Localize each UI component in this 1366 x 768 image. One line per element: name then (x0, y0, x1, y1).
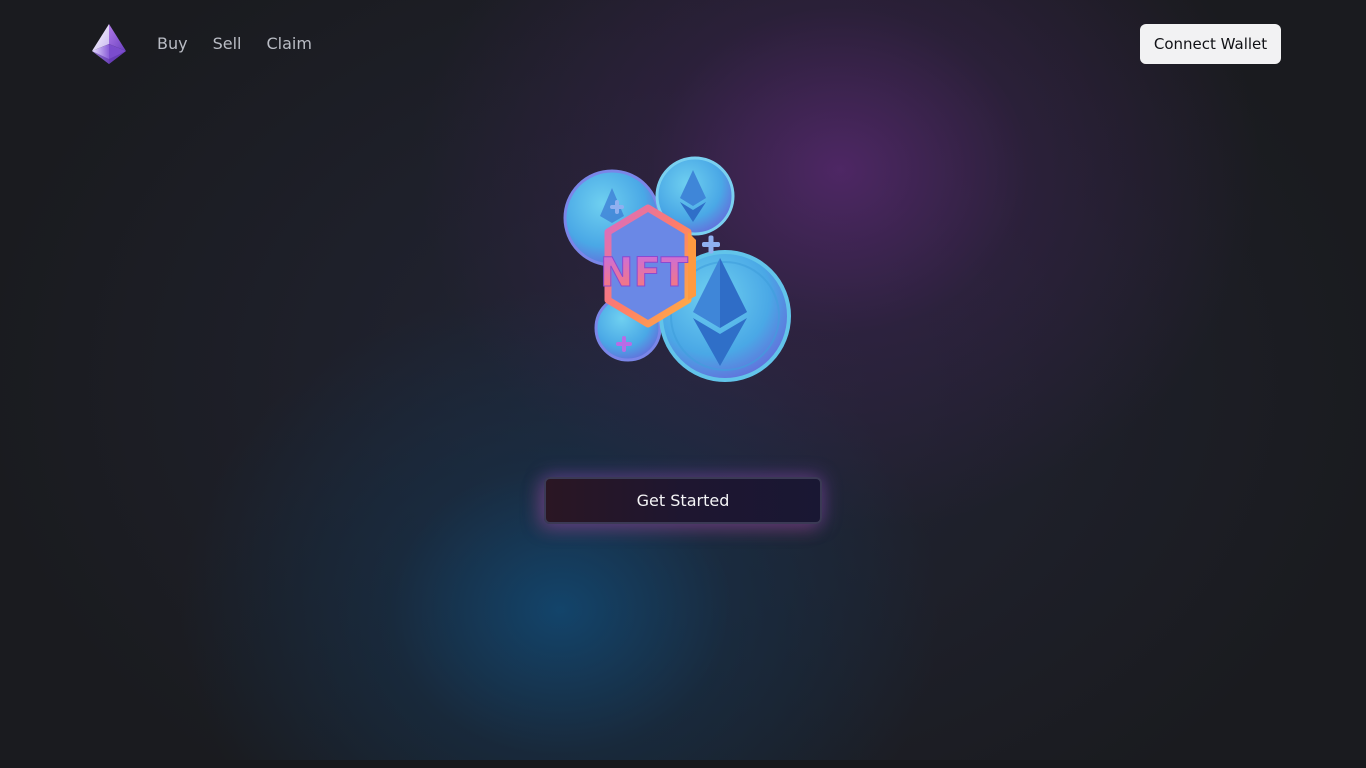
get-started-button[interactable]: Get Started (544, 477, 822, 524)
nav-link-buy[interactable]: Buy (157, 33, 188, 55)
page: Buy Sell Claim Connect Wallet NFT Get St… (0, 0, 1366, 768)
navbar: Buy Sell Claim Connect Wallet (0, 0, 1366, 88)
svg-text:NFT: NFT (600, 250, 689, 296)
nav-link-claim[interactable]: Claim (266, 33, 311, 55)
ethereum-logo-icon[interactable] (89, 23, 129, 65)
nft-coins-illustration: NFT (560, 150, 800, 392)
nav-link-sell[interactable]: Sell (213, 33, 242, 55)
nav-links: Buy Sell Claim (157, 33, 312, 55)
bottom-strip (0, 760, 1366, 768)
connect-wallet-button[interactable]: Connect Wallet (1140, 24, 1281, 64)
